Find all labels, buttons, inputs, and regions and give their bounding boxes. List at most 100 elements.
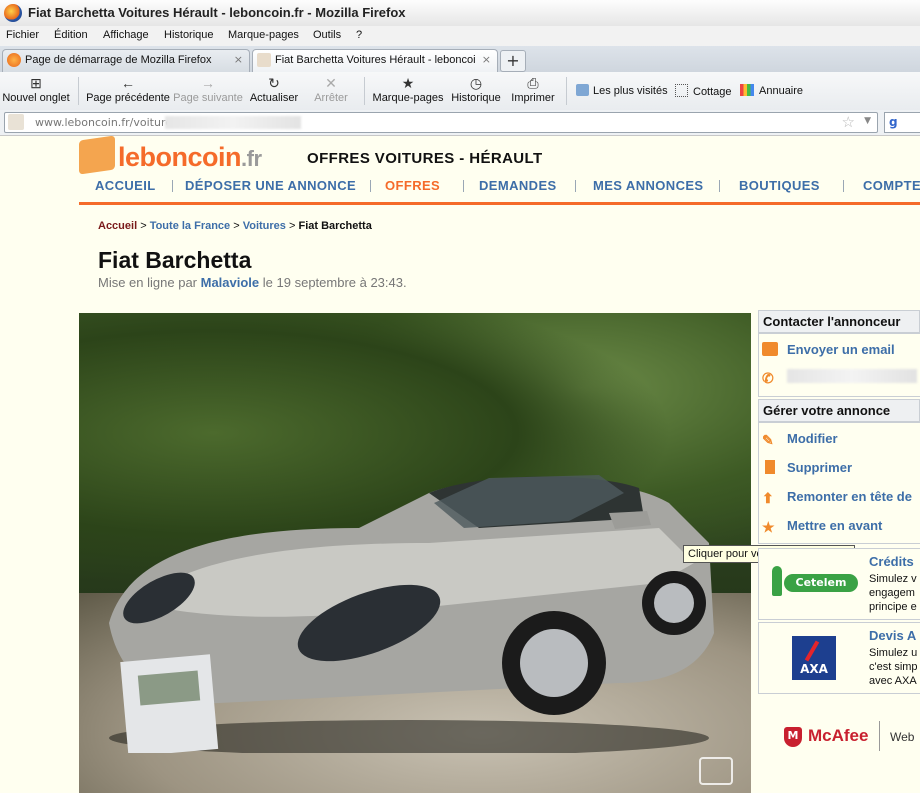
phone-number[interactable]: ✆ bbox=[762, 369, 920, 389]
menu-tools[interactable]: Outils bbox=[313, 29, 341, 41]
credit-promo-line: Simulez v bbox=[869, 573, 917, 585]
credit-promo-line: engagem bbox=[869, 587, 915, 599]
bump-link[interactable]: ⬆ Remonter en tête de bbox=[762, 489, 912, 509]
bookmark-most-visited[interactable]: Les plus visités bbox=[576, 84, 668, 97]
modify-link[interactable]: ✎ Modifier bbox=[762, 431, 838, 451]
rotate-image-icon[interactable] bbox=[699, 757, 733, 785]
address-bar-row: www.leboncoin.fr/voiture ☆ ▼ g bbox=[0, 110, 920, 136]
envelope-icon bbox=[762, 342, 778, 356]
breadcrumb-voitures[interactable]: Voitures bbox=[243, 220, 286, 232]
leboncoin-favicon-icon bbox=[257, 53, 271, 67]
breadcrumb-accueil[interactable]: Accueil bbox=[98, 220, 137, 232]
manage-header: Gérer votre annonce bbox=[758, 399, 920, 422]
leboncoin-logo-icon[interactable] bbox=[79, 136, 115, 175]
bookmark-cottage[interactable]: Cottage bbox=[675, 84, 732, 98]
firefox-logo-icon bbox=[4, 4, 22, 22]
menu-file[interactable]: Fichier bbox=[6, 29, 39, 41]
ad-author-link[interactable]: Malaviole bbox=[201, 275, 260, 290]
main-nav: ACCUEIL DÉPOSER UNE ANNONCE OFFRES DEMAN… bbox=[79, 176, 920, 200]
menu-history[interactable]: Historique bbox=[164, 29, 214, 41]
new-tab-button[interactable]: + bbox=[500, 50, 526, 72]
new-tab-icon: ⊞ bbox=[30, 75, 42, 91]
navigation-toolbar: ⊞ Nouvel onglet ← Page précédente → Page su… bbox=[0, 72, 920, 111]
menu-help[interactable]: ? bbox=[356, 29, 362, 41]
nav-accueil[interactable]: ACCUEIL bbox=[95, 178, 156, 193]
print-button[interactable]: ⎙ Imprimer bbox=[508, 72, 558, 110]
search-engine-box[interactable]: g bbox=[884, 112, 920, 133]
nav-demandes[interactable]: DEMANDES bbox=[479, 178, 557, 193]
most-visited-icon bbox=[576, 84, 589, 96]
tab-label: Page de démarrage de Mozilla Firefox bbox=[25, 54, 212, 66]
back-button[interactable]: ← Page précédente bbox=[84, 72, 172, 110]
nav-mes-annonces[interactable]: MES ANNONCES bbox=[593, 178, 704, 193]
insurance-promo-line: c'est simp bbox=[869, 661, 918, 673]
redacted-url-part bbox=[165, 116, 301, 129]
axa-stripe-icon bbox=[804, 640, 820, 662]
bookmark-star-icon: ★ bbox=[401, 75, 415, 91]
ad-photo[interactable] bbox=[79, 313, 751, 793]
nav-deposer[interactable]: DÉPOSER UNE ANNONCE bbox=[185, 178, 356, 193]
insurance-promo-title[interactable]: Devis A bbox=[869, 628, 916, 643]
redacted-phone bbox=[787, 369, 917, 383]
stop-icon: ✕ bbox=[325, 75, 337, 91]
delete-link[interactable]: Supprimer bbox=[762, 460, 852, 480]
clock-icon: ◷ bbox=[469, 75, 483, 91]
breadcrumb: Accueil > Toute la France > Voitures > F… bbox=[98, 220, 372, 232]
bookmark-annuaire[interactable]: Annuaire bbox=[740, 84, 803, 97]
nav-underline bbox=[79, 202, 920, 205]
tab-leboncoin[interactable]: Fiat Barchetta Voitures Hérault - lebonc… bbox=[252, 49, 498, 73]
web-page: leboncoin.fr OFFRES VOITURES - HÉRAULT A… bbox=[0, 136, 920, 793]
credit-promo-title[interactable]: Crédits bbox=[869, 554, 914, 569]
contact-header: Contacter l'annonceur bbox=[758, 310, 920, 333]
phone-icon: ✆ bbox=[762, 370, 774, 386]
menu-view[interactable]: Affichage bbox=[103, 29, 149, 41]
nav-offres[interactable]: OFFRES bbox=[385, 178, 440, 193]
credit-promo-line: principe e bbox=[869, 601, 917, 613]
reload-icon: ↻ bbox=[268, 75, 280, 91]
bookmark-star-icon[interactable]: ☆ bbox=[842, 113, 855, 131]
breadcrumb-france[interactable]: Toute la France bbox=[150, 220, 230, 232]
pencil-icon: ✎ bbox=[762, 432, 774, 448]
address-url: www.leboncoin.fr/voiture bbox=[35, 116, 173, 129]
stop-button[interactable]: ✕ Arrêter bbox=[308, 72, 354, 110]
firefox-favicon-icon bbox=[7, 53, 21, 67]
address-bar[interactable]: www.leboncoin.fr/voiture ☆ ▼ bbox=[4, 112, 878, 133]
mcafee-web-text: Web bbox=[890, 730, 915, 744]
nav-boutiques[interactable]: BOUTIQUES bbox=[739, 178, 820, 193]
insurance-promo-line: avec AXA bbox=[869, 675, 917, 687]
window-titlebar: Fiat Barchetta Voitures Hérault - lebonc… bbox=[0, 0, 920, 27]
cetelem-logo[interactable]: Cetelem bbox=[770, 566, 860, 600]
site-identity-icon[interactable] bbox=[8, 114, 24, 130]
mcafee-badge[interactable]: M McAfee Web bbox=[784, 721, 920, 751]
page-heading: OFFRES VOITURES - HÉRAULT bbox=[307, 150, 543, 167]
history-button[interactable]: ◷ Historique bbox=[448, 72, 504, 110]
axa-logo[interactable]: AXA bbox=[792, 636, 836, 680]
menu-bookmarks[interactable]: Marque-pages bbox=[228, 29, 299, 41]
nav-compte[interactable]: COMPTE bbox=[863, 178, 920, 193]
bookmarks-button[interactable]: ★ Marque-pages bbox=[370, 72, 446, 110]
forward-arrow-icon: → bbox=[201, 75, 215, 91]
window-title: Fiat Barchetta Voitures Hérault - lebonc… bbox=[28, 5, 406, 20]
reload-button[interactable]: ↻ Actualiser bbox=[246, 72, 302, 110]
menu-edit[interactable]: Édition bbox=[54, 29, 88, 41]
empty-bookmark-icon bbox=[675, 84, 688, 97]
dropdown-arrow-icon[interactable]: ▼ bbox=[864, 116, 871, 126]
tab-firefox-start[interactable]: Page de démarrage de Mozilla Firefox × bbox=[2, 49, 250, 72]
tab-bar: Page de démarrage de Mozilla Firefox × F… bbox=[0, 46, 920, 73]
breadcrumb-current: Fiat Barchetta bbox=[298, 220, 372, 232]
close-tab-icon[interactable]: × bbox=[482, 53, 491, 66]
new-tab-toolbar-button[interactable]: ⊞ Nouvel onglet bbox=[2, 72, 70, 110]
feature-link[interactable]: ★ Mettre en avant bbox=[762, 518, 882, 538]
ad-posted-info: Mise en ligne par Malaviole le 19 septem… bbox=[98, 275, 407, 290]
star-icon: ★ bbox=[762, 519, 775, 535]
forward-button[interactable]: → Page suivante bbox=[172, 72, 244, 110]
menu-bar: Fichier Édition Affichage Historique Mar… bbox=[0, 26, 920, 46]
site-logo[interactable]: leboncoin.fr bbox=[118, 142, 262, 173]
send-email-link[interactable]: Envoyer un email bbox=[762, 342, 895, 362]
google-icon: g bbox=[889, 115, 898, 129]
close-tab-icon[interactable]: × bbox=[234, 53, 243, 66]
insurance-promo-line: Simulez u bbox=[869, 647, 918, 659]
up-arrow-icon: ⬆ bbox=[762, 490, 774, 506]
cetelem-person-icon bbox=[772, 566, 782, 596]
printer-icon: ⎙ bbox=[527, 75, 539, 91]
